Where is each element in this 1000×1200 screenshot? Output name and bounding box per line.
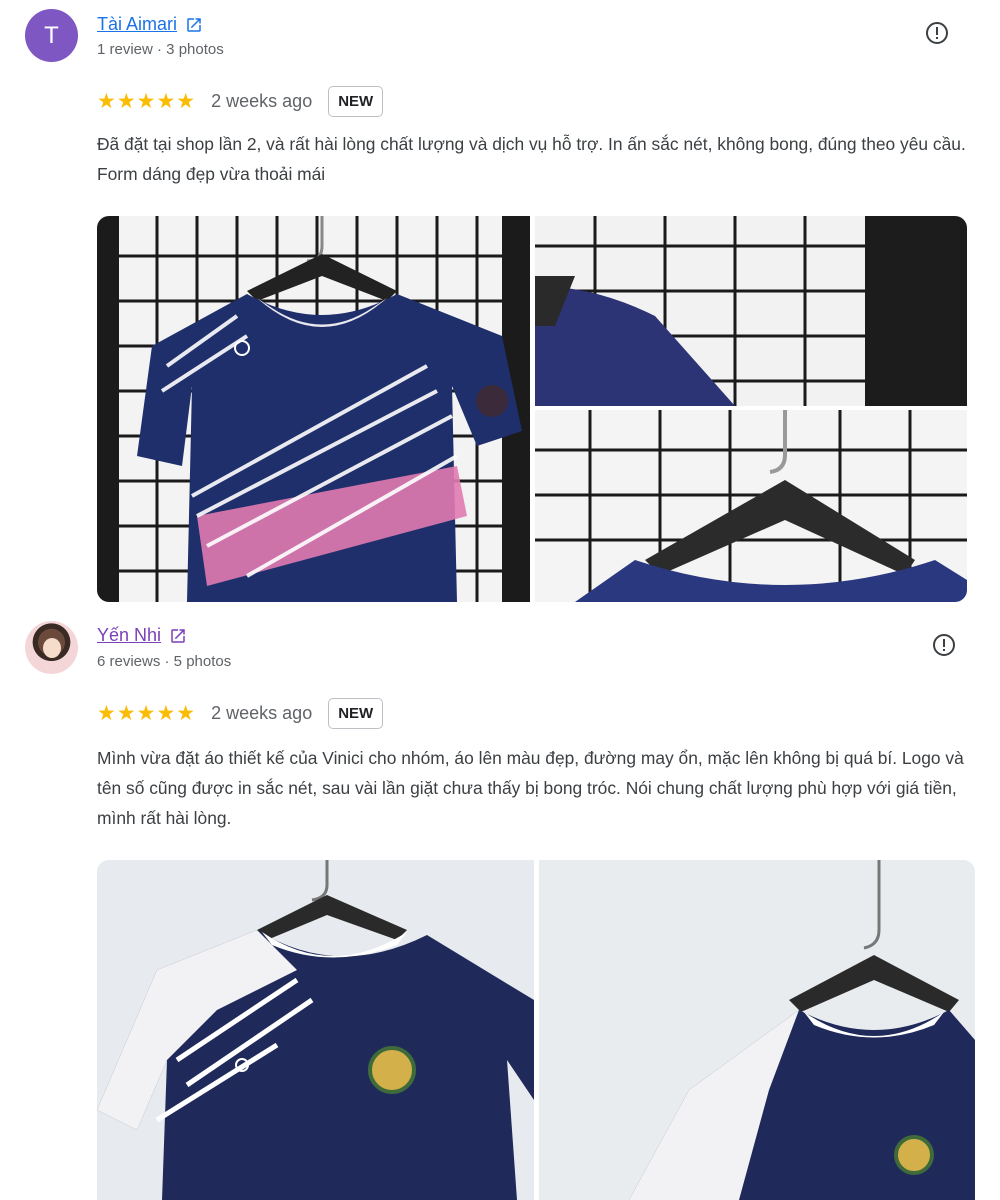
reviewer-name-link[interactable]: Tài Aimari — [97, 14, 177, 35]
rating-row: ★★★★★ 2 weeks ago NEW — [97, 86, 384, 117]
reviewer-meta: 1 review · 3 photos — [97, 41, 224, 58]
rating-row: ★★★★★ 2 weeks ago NEW — [97, 698, 384, 729]
review-photo[interactable] — [539, 860, 975, 1200]
new-badge: NEW — [328, 698, 384, 729]
avatar[interactable] — [25, 621, 78, 674]
review-time: 2 weeks ago — [211, 703, 313, 723]
report-flag-icon[interactable] — [925, 21, 949, 45]
review-time: 2 weeks ago — [211, 91, 313, 111]
review-photo[interactable] — [97, 860, 534, 1200]
review-card: T Tài Aimari 1 review · 3 photos ★★★★★ 2… — [0, 0, 1000, 605]
review-card: Yến Nhi 6 reviews · 5 photos ★★★★★ 2 wee… — [0, 610, 1000, 1200]
star-rating: ★★★★★ — [97, 90, 197, 113]
star-rating: ★★★★★ — [97, 702, 197, 725]
reviewer-name-row: Yến Nhi — [97, 625, 187, 646]
new-badge: NEW — [328, 86, 384, 117]
jersey-photo-front — [97, 860, 534, 1200]
avatar-face — [43, 638, 61, 658]
reviewer-name-row: Tài Aimari — [97, 14, 203, 35]
avatar[interactable]: T — [25, 9, 78, 62]
review-text: Đã đặt tại shop lần 2, và rất hài lòng c… — [97, 134, 966, 184]
report-flag-icon[interactable] — [932, 633, 956, 657]
external-link-icon[interactable] — [169, 627, 187, 645]
jersey-photo-shoulder — [535, 216, 967, 406]
jersey-photo-side — [539, 860, 975, 1200]
review-text: Mình vừa đặt áo thiết kế của Vinici cho … — [97, 748, 964, 828]
external-link-icon[interactable] — [185, 16, 203, 34]
jersey-photo-collar — [535, 410, 967, 602]
review-photo[interactable] — [535, 410, 967, 602]
reviewer-meta: 6 reviews · 5 photos — [97, 653, 232, 670]
review-photo[interactable] — [97, 216, 530, 602]
review-photo[interactable] — [535, 216, 967, 406]
reviewer-name-link[interactable]: Yến Nhi — [97, 625, 161, 646]
jersey-photo-front — [97, 216, 530, 602]
